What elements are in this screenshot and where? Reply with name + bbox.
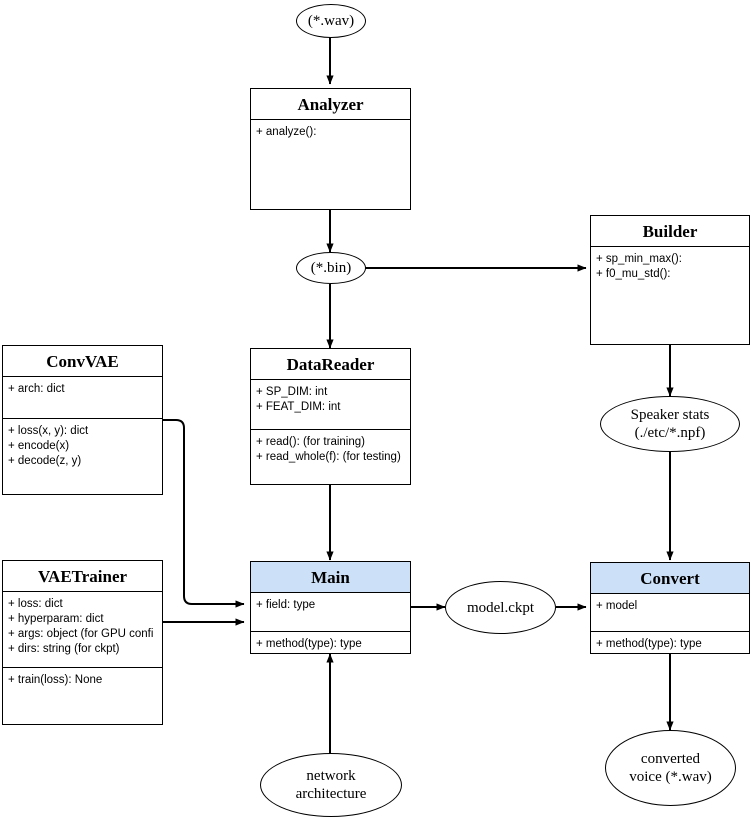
- class-convvae-methods: + loss(x, y): dict + encode(x) + decode(…: [3, 419, 162, 473]
- class-datareader[interactable]: DataReader + SP_DIM: int + FEAT_DIM: int…: [250, 348, 411, 485]
- node-converted-voice[interactable]: converted voice (*.wav): [605, 730, 736, 806]
- class-datareader-methods: + read(): (for training) + read_whole(f)…: [251, 430, 410, 469]
- speaker-stats-line1: Speaker stats: [630, 407, 710, 423]
- class-convvae-method-0: + loss(x, y): dict: [8, 425, 89, 438]
- class-convert-methods: + method(type): type: [591, 632, 749, 653]
- class-convert[interactable]: Convert + model + method(type): type: [590, 562, 750, 654]
- model-ckpt-label: model.ckpt: [466, 599, 535, 616]
- class-convert-title: Convert: [591, 563, 749, 595]
- class-vaetrainer-attribute-1: + hyperparam: dict: [8, 613, 104, 626]
- class-builder-methods: + sp_min_max(): + f0_mu_std():: [591, 247, 749, 286]
- class-analyzer[interactable]: Analyzer + analyze():: [250, 88, 411, 210]
- class-vaetrainer-attribute-0: + loss: dict: [8, 598, 63, 611]
- class-builder-method-1: + f0_mu_std():: [596, 268, 671, 281]
- class-datareader-attributes: + SP_DIM: int + FEAT_DIM: int: [251, 380, 410, 431]
- class-vaetrainer-method-0: + train(loss): None: [8, 674, 103, 687]
- node-speaker-stats[interactable]: Speaker stats (./etc/*.npf): [600, 396, 740, 452]
- node-bin-file[interactable]: (*.bin): [296, 252, 366, 284]
- class-convert-attribute-0: + model: [596, 600, 638, 613]
- class-convvae[interactable]: ConvVAE + arch: dict + loss(x, y): dict …: [2, 345, 163, 495]
- network-architecture-label: network architecture: [266, 767, 396, 803]
- class-convert-attributes: + model: [591, 594, 749, 633]
- class-convvae-method-2: + decode(z, y): [8, 455, 82, 468]
- speaker-stats-label: Speaker stats (./etc/*.npf): [605, 406, 735, 442]
- class-main-attributes: + field: type: [251, 593, 410, 633]
- class-datareader-attribute-0: + SP_DIM: int: [256, 386, 328, 399]
- wav-input-label: (*.wav): [307, 13, 355, 29]
- class-main[interactable]: Main + field: type + method(type): type: [250, 561, 411, 654]
- class-vaetrainer-attribute-2: + args: object (for GPU confi: [8, 628, 154, 641]
- class-vaetrainer[interactable]: VAETrainer + loss: dict + hyperparam: di…: [2, 560, 163, 725]
- class-convvae-attribute-0: + arch: dict: [8, 383, 65, 396]
- class-main-method-0: + method(type): type: [256, 638, 362, 651]
- class-vaetrainer-title: VAETrainer: [3, 561, 162, 593]
- converted-voice-label: converted voice (*.wav): [606, 750, 735, 786]
- class-main-methods: + method(type): type: [251, 632, 410, 653]
- node-network-architecture[interactable]: network architecture: [260, 753, 402, 817]
- class-main-attribute-0: + field: type: [256, 599, 316, 612]
- converted-voice-line1: converted: [640, 751, 701, 767]
- bin-file-label: (*.bin): [310, 260, 352, 276]
- class-datareader-title: DataReader: [251, 349, 410, 381]
- class-builder[interactable]: Builder + sp_min_max(): + f0_mu_std():: [590, 215, 750, 345]
- class-builder-method-0: + sp_min_max():: [596, 253, 682, 266]
- network-architecture-line2: architecture: [295, 786, 367, 802]
- class-analyzer-method-0: + analyze():: [256, 126, 317, 139]
- class-analyzer-title: Analyzer: [251, 89, 410, 121]
- node-model-ckpt[interactable]: model.ckpt: [445, 581, 556, 634]
- class-vaetrainer-attribute-3: + dirs: string (for ckpt): [8, 643, 120, 656]
- node-wav-input[interactable]: (*.wav): [296, 4, 366, 38]
- converted-voice-line2: voice (*.wav): [629, 769, 712, 785]
- class-builder-title: Builder: [591, 216, 749, 248]
- class-convvae-title: ConvVAE: [3, 346, 162, 378]
- speaker-stats-line2: (./etc/*.npf): [634, 425, 706, 441]
- class-datareader-method-0: + read(): (for training): [256, 436, 365, 449]
- class-analyzer-methods: + analyze():: [251, 120, 410, 144]
- class-vaetrainer-attributes: + loss: dict + hyperparam: dict + args: …: [3, 592, 162, 669]
- class-convvae-method-1: + encode(x): [8, 440, 70, 453]
- class-convert-method-0: + method(type): type: [596, 638, 702, 651]
- class-datareader-attribute-1: + FEAT_DIM: int: [256, 401, 341, 414]
- diagram-canvas: (*.wav) Analyzer + analyze(): (*.bin) Bu…: [0, 0, 751, 820]
- class-main-title: Main: [251, 562, 410, 594]
- edge-convvae-to-main: [163, 419, 245, 608]
- class-datareader-method-1: + read_whole(f): (for testing): [256, 451, 401, 464]
- network-architecture-line1: network: [306, 768, 356, 784]
- class-vaetrainer-methods: + train(loss): None: [3, 668, 162, 692]
- class-convvae-attributes: + arch: dict: [3, 377, 162, 420]
